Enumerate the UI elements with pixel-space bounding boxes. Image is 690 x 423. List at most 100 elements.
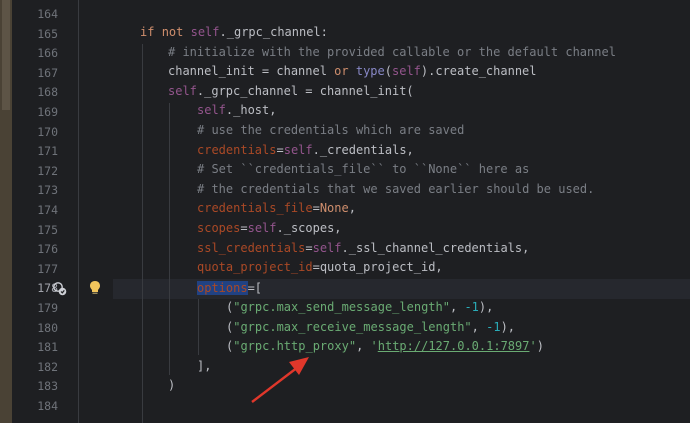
code-line-177: quota_project_id=quota_project_id, xyxy=(197,258,443,278)
lightbulb-icon[interactable] xyxy=(89,280,101,296)
gutter-line[interactable]: 170 xyxy=(12,122,113,142)
self-keyword: self xyxy=(168,84,197,98)
self-keyword: self xyxy=(197,103,226,117)
code-text: ], xyxy=(197,359,212,373)
line-number: 166 xyxy=(37,46,58,61)
code-line-179: ("grpc.max_send_message_length", -1), xyxy=(226,298,493,318)
code-text: = xyxy=(276,143,284,157)
code-line-178: options=[ xyxy=(197,279,262,299)
string-quote: ' xyxy=(529,339,537,353)
code-line-182: ], xyxy=(197,357,211,377)
gutter-line[interactable]: 176 xyxy=(12,239,113,259)
code-text: ._scopes, xyxy=(276,221,342,235)
scroll-thumb[interactable] xyxy=(2,0,10,110)
gutter-line[interactable]: 174 xyxy=(12,200,113,220)
gutter-line[interactable]: 179 xyxy=(12,298,113,318)
named-argument: scopes xyxy=(197,221,241,235)
line-number: 174 xyxy=(37,203,58,217)
gutter-line[interactable]: 182 xyxy=(12,357,113,377)
code-text: =quota_project_id, xyxy=(312,260,443,274)
code-text: ).create_channel xyxy=(420,64,537,78)
gutter-line[interactable]: 177 xyxy=(12,259,113,279)
line-number: 182 xyxy=(37,359,58,374)
gutter-line[interactable]: 171 xyxy=(12,141,113,161)
line-number-gutter[interactable]: 164 165 166 167 168 169 170 171 172 173 174 175 176 1… xyxy=(12,0,113,423)
self-keyword: self xyxy=(283,143,313,157)
gutter-line[interactable]: 164 xyxy=(12,4,113,24)
line-number: 184 xyxy=(37,399,58,413)
named-argument: credentials_file xyxy=(197,201,313,215)
line-number: 183 xyxy=(37,379,58,394)
gutter-line[interactable]: 183 xyxy=(12,376,113,396)
code-text: ), xyxy=(478,300,494,314)
code-line-168: self._grpc_channel = channel_init( xyxy=(168,82,414,102)
self-keyword: self xyxy=(392,64,421,78)
code-area[interactable]: if not self._grpc_channel: # initialize … xyxy=(113,0,690,423)
string-quote: ' xyxy=(370,339,378,353)
line-number: 165 xyxy=(37,26,58,41)
string-literal: "grpc.http_proxy" xyxy=(233,339,357,353)
override-icon[interactable] xyxy=(52,281,68,297)
indent-guide xyxy=(169,103,170,375)
line-number: 179 xyxy=(37,301,58,315)
code-line-167: channel_init = channel or type(self).cre… xyxy=(168,62,537,82)
line-number: 181 xyxy=(37,340,58,355)
code-text: = xyxy=(305,241,313,255)
code-text: ) xyxy=(536,339,544,353)
code-text: ._grpc_channel: xyxy=(219,25,328,39)
selected-named-argument[interactable]: options xyxy=(197,281,248,295)
gutter-line[interactable]: 172 xyxy=(12,161,113,181)
keyword-not: not xyxy=(161,25,184,39)
code-line-170: # use the credentials which are saved xyxy=(197,121,464,141)
code-line-181: ("grpc.http_proxy", 'http://127.0.0.1:78… xyxy=(226,337,544,357)
code-text: ._credentials, xyxy=(312,143,414,157)
gutter-line[interactable]: 180 xyxy=(12,318,113,338)
code-line-174: credentials_file=None, xyxy=(197,199,356,219)
line-number: 171 xyxy=(37,144,58,159)
keyword-none: None xyxy=(319,201,349,215)
line-number: 170 xyxy=(37,124,58,139)
string-literal: "grpc.max_receive_message_length" xyxy=(233,320,472,334)
line-number: 176 xyxy=(37,242,58,257)
line-number: 175 xyxy=(37,222,58,237)
code-text: ) xyxy=(168,378,176,392)
self-keyword: self xyxy=(247,221,277,235)
named-argument: ssl_credentials xyxy=(197,241,306,255)
code-editor[interactable]: 164 165 166 167 168 169 170 171 172 173 174 175 176 1… xyxy=(0,0,690,423)
gutter-line[interactable]: 167 xyxy=(12,63,113,83)
gutter-line[interactable]: 166 xyxy=(12,43,113,63)
self-keyword: self xyxy=(312,241,342,255)
number-literal: -1 xyxy=(486,320,501,334)
named-argument: credentials xyxy=(197,143,277,157)
code-text: , xyxy=(449,300,465,314)
comment: # Set ``credentials_file`` to ``None`` h… xyxy=(197,162,530,176)
indent-guide xyxy=(198,299,199,355)
code-text: ._host, xyxy=(225,103,277,117)
gutter-line[interactable]: 169 xyxy=(12,102,113,122)
gutter-line[interactable]: 181 xyxy=(12,337,113,357)
code-text: , xyxy=(348,201,356,215)
line-number: 168 xyxy=(37,85,58,100)
gutter-line[interactable]: 168 xyxy=(12,82,113,102)
fold-guide xyxy=(78,0,79,423)
code-text: = xyxy=(312,201,320,215)
line-number: 172 xyxy=(37,163,58,178)
code-line-173: # the credentials that we saved earlier … xyxy=(197,180,594,200)
line-number: 180 xyxy=(37,320,58,335)
code-text: , xyxy=(471,320,487,334)
gutter-line[interactable]: 173 xyxy=(12,180,113,200)
line-number: 167 xyxy=(37,65,58,80)
gutter-line[interactable]: 175 xyxy=(12,220,113,240)
line-number: 177 xyxy=(37,261,58,276)
code-line-175: scopes=self._scopes, xyxy=(197,219,342,239)
code-text: ( xyxy=(384,64,392,78)
code-line-171: credentials=self._credentials, xyxy=(197,141,414,161)
code-text: = xyxy=(240,221,248,235)
code-line-169: self._host, xyxy=(197,101,276,121)
gutter-line[interactable]: 165 xyxy=(12,24,113,44)
gutter-line[interactable]: 184 xyxy=(12,396,113,416)
comment: # the credentials that we saved earlier … xyxy=(197,182,595,196)
code-text: , xyxy=(356,339,371,353)
proxy-url-link[interactable]: http://127.0.0.1:7897 xyxy=(378,339,530,353)
